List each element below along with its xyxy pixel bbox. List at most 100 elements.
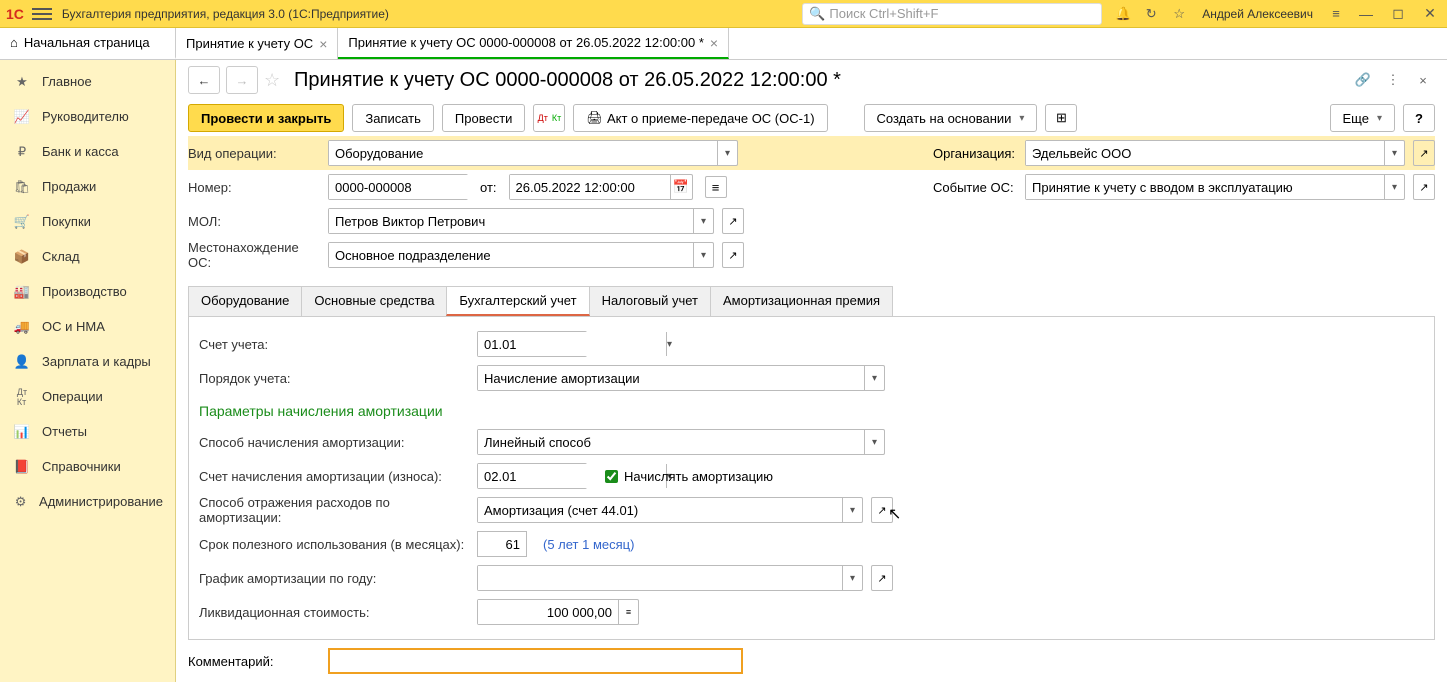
org-input[interactable]: ▾ [1025,140,1405,166]
sidebar-item-references[interactable]: 📕Справочники [0,449,175,484]
sidebar-item-reports[interactable]: 📊Отчеты [0,414,175,449]
sidebar-item-manager[interactable]: 📈Руководителю [0,99,175,134]
op-type-input[interactable]: ▾ [328,140,738,166]
favorite-icon[interactable]: ☆ [264,70,288,91]
nav-back-button[interactable]: ← [188,66,220,94]
bell-icon[interactable]: 🔔 [1114,5,1132,23]
dropdown-icon[interactable]: ▾ [842,498,862,522]
spinner-icon[interactable]: ≡ [618,600,638,624]
mol-label: МОЛ: [188,214,320,229]
link-icon[interactable]: 🔗 [1351,68,1375,92]
username[interactable]: Андрей Алексеевич [1202,7,1313,21]
list-icon[interactable]: ≡ [705,176,727,198]
sidebar-item-assets[interactable]: 🚚ОС и НМА [0,309,175,344]
from-label: от: [480,180,497,195]
order-label: Порядок учета: [199,371,469,386]
open-icon[interactable]: ↗ [1413,174,1435,200]
close-tab-icon[interactable]: × [710,35,718,51]
account-input[interactable]: ▾ [477,331,587,357]
star-icon[interactable]: ☆ [1170,5,1188,23]
tab-document-1[interactable]: Принятие к учету ОС × [176,28,338,59]
useful-life-input[interactable]: 61 [477,531,527,557]
help-button[interactable]: ? [1403,104,1435,132]
factory-icon: 🏭 [12,284,32,300]
tab-accounting[interactable]: Бухгалтерский учет [446,286,589,316]
inner-tabs: Оборудование Основные средства Бухгалтер… [188,286,1435,317]
printer-icon: 🖨 [586,110,603,126]
open-icon[interactable]: ↗ [871,497,893,523]
sidebar-item-operations[interactable]: ДтКтОперации [0,379,175,414]
salvage-input[interactable]: ≡ [477,599,639,625]
tab-home[interactable]: ⌂ Начальная страница [0,28,176,59]
more-button[interactable]: Еще [1330,104,1395,132]
bars-icon: 📊 [12,424,32,440]
tab-bonus[interactable]: Амортизационная премия [710,286,893,316]
open-icon[interactable]: ↗ [722,208,744,234]
calc-depr-checkbox[interactable] [605,470,618,483]
sidebar-item-bank[interactable]: ₽Банк и касса [0,134,175,169]
schedule-input[interactable]: ▾ [477,565,863,591]
tab-document-2[interactable]: Принятие к учету ОС 0000-000008 от 26.05… [338,28,729,59]
open-icon[interactable]: ↗ [1413,140,1435,166]
order-input[interactable]: ▾ [477,365,885,391]
number-input[interactable] [328,174,468,200]
app-title: Бухгалтерия предприятия, редакция 3.0 (1… [62,7,389,21]
post-and-close-button[interactable]: Провести и закрыть [188,104,344,132]
document-title: Принятие к учету ОС 0000-000008 от 26.05… [294,69,841,92]
close-tab-icon[interactable]: × [319,36,327,52]
chart-icon: 📈 [12,109,32,125]
dropdown-icon[interactable]: ▾ [1384,175,1404,199]
depr-account-input[interactable]: ▾ [477,463,587,489]
calendar-icon[interactable]: 📅 [670,175,692,199]
dropdown-icon[interactable]: ▾ [842,566,862,590]
close-window-button[interactable]: ✕ [1419,3,1441,25]
comment-input[interactable] [328,648,743,674]
dropdown-icon[interactable]: ▾ [693,209,713,233]
nav-forward-button[interactable]: → [226,66,258,94]
tab-fixed-assets[interactable]: Основные средства [301,286,447,316]
sidebar-item-warehouse[interactable]: 📦Склад [0,239,175,274]
sidebar-item-main[interactable]: ★Главное [0,64,175,99]
sidebar-item-production[interactable]: 🏭Производство [0,274,175,309]
dtkt-button[interactable]: ДтКт [533,104,565,132]
create-based-button[interactable]: Создать на основании [864,104,1038,132]
dropdown-icon[interactable]: ▾ [1384,141,1404,165]
tab-equipment[interactable]: Оборудование [188,286,302,316]
close-panel-icon[interactable]: × [1411,68,1435,92]
maximize-button[interactable]: ◻ [1387,3,1409,25]
hamburger-icon[interactable] [32,4,52,24]
expense-method-input[interactable]: ▾ [477,497,863,523]
settings-icon[interactable]: ≡ [1327,5,1345,23]
history-icon[interactable]: ↻ [1142,5,1160,23]
minimize-button[interactable]: — [1355,3,1377,25]
date-input[interactable]: 📅 [509,174,693,200]
book-icon: 📕 [12,459,32,475]
more-icon[interactable]: ⋮ [1381,68,1405,92]
dropdown-icon[interactable]: ▾ [864,430,884,454]
location-input[interactable]: ▾ [328,242,714,268]
star-icon: ★ [12,74,32,90]
structure-button[interactable]: ⊞ [1045,104,1077,132]
method-input[interactable]: ▾ [477,429,885,455]
post-button[interactable]: Провести [442,104,526,132]
tab-tax[interactable]: Налоговый учет [589,286,711,316]
save-button[interactable]: Записать [352,104,434,132]
open-icon[interactable]: ↗ [722,242,744,268]
dropdown-icon[interactable]: ▾ [717,141,737,165]
ruble-icon: ₽ [12,144,32,160]
mol-input[interactable]: ▾ [328,208,714,234]
dropdown-icon[interactable]: ▾ [693,243,713,267]
useful-life-hint: (5 лет 1 месяц) [543,537,634,552]
dropdown-icon[interactable]: ▾ [864,366,884,390]
sidebar-item-salary[interactable]: 👤Зарплата и кадры [0,344,175,379]
box-icon: 📦 [12,249,32,265]
sidebar-item-purchases[interactable]: 🛒Покупки [0,204,175,239]
search-input[interactable]: 🔍 Поиск Ctrl+Shift+F [802,3,1102,25]
sidebar-item-sales[interactable]: 🛍Продажи [0,169,175,204]
dropdown-icon[interactable]: ▾ [666,332,672,356]
sidebar-item-admin[interactable]: ⚙Администрирование [0,484,175,519]
print-button[interactable]: 🖨 Акт о приеме-передаче ОС (ОС-1) [573,104,827,132]
event-input[interactable]: ▾ [1025,174,1405,200]
open-icon[interactable]: ↗ [871,565,893,591]
calc-depr-label: Начислять амортизацию [624,469,773,484]
